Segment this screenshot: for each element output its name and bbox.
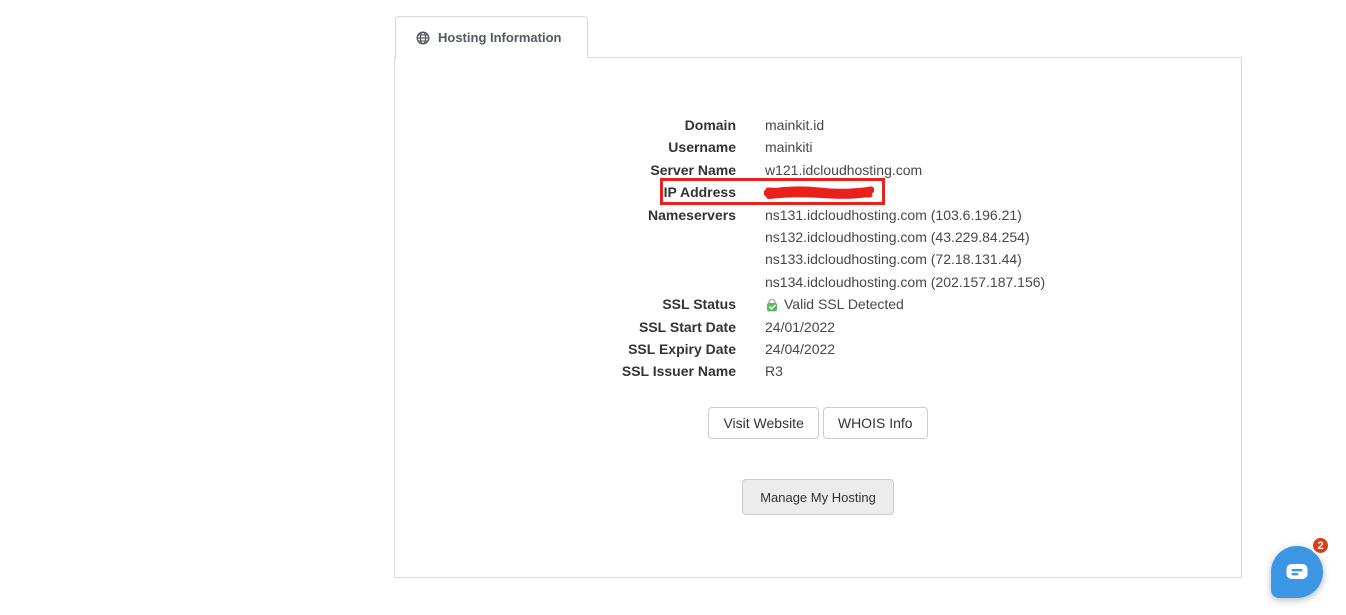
chat-unread-badge: 2 <box>1311 536 1330 555</box>
row-label: SSL Expiry Date <box>628 341 736 358</box>
lock-check-icon <box>767 299 777 312</box>
manage-my-hosting-button[interactable]: Manage My Hosting <box>742 479 894 515</box>
row-nameservers: Nameservers ns131.idcloudhosting.com (10… <box>395 204 1241 294</box>
nameserver-3: ns133.idcloudhosting.com (72.18.131.44) <box>765 251 1022 268</box>
nameservers-list: ns131.idcloudhosting.com (103.6.196.21) … <box>765 204 1045 294</box>
username-value: mainkiti <box>765 139 813 156</box>
row-ssl-status: SSL Status Valid SSL Detected <box>395 293 1241 315</box>
ssl-status-value: Valid SSL Detected <box>765 293 904 315</box>
row-username: Username mainkiti <box>395 136 1241 158</box>
ssl-issuer-name-value: R3 <box>765 363 783 380</box>
row-label: Nameservers <box>648 206 736 223</box>
row-domain: Domain mainkit.id <box>395 114 1241 136</box>
row-label: IP Address <box>663 184 736 201</box>
nameserver-1: ns131.idcloudhosting.com (103.6.196.21) <box>765 206 1022 223</box>
globe-icon <box>416 31 430 44</box>
row-server-name: Server Name w121.idcloudhosting.com <box>395 159 1241 181</box>
manage-hosting-area: Manage My Hosting <box>395 479 1241 515</box>
chat-widget-button[interactable]: 2 <box>1271 536 1330 598</box>
tab-hosting-information[interactable]: Hosting Information <box>395 16 588 58</box>
server-name-value: w121.idcloudhosting.com <box>765 161 923 178</box>
row-label: Username <box>668 139 736 156</box>
ssl-status-text: Valid SSL Detected <box>784 296 904 313</box>
hosting-information-panel: Domain mainkit.id Username mainkiti Serv… <box>394 57 1242 578</box>
tab-label: Hosting Information <box>438 30 562 45</box>
row-ssl-expiry-date: SSL Expiry Date 24/04/2022 <box>395 338 1241 360</box>
domain-value: mainkit.id <box>765 117 825 133</box>
row-label: Server Name <box>650 161 736 178</box>
row-label: SSL Start Date <box>639 318 736 335</box>
whois-info-button[interactable]: WHOIS Info <box>822 407 928 439</box>
redaction-scribble <box>764 186 874 200</box>
nameserver-4: ns134.idcloudhosting.com (202.157.187.15… <box>765 273 1046 290</box>
ssl-start-date-value: 24/01/2022 <box>765 318 836 335</box>
row-label: SSL Status <box>662 296 736 313</box>
chat-bubble-icon <box>1286 564 1308 579</box>
row-label: SSL Issuer Name <box>621 363 736 380</box>
hosting-info-table: Domain mainkit.id Username mainkiti Serv… <box>395 114 1241 383</box>
ssl-expiry-date-value: 24/04/2022 <box>765 341 836 358</box>
row-ssl-start-date: SSL Start Date 24/01/2022 <box>395 316 1241 338</box>
nameserver-2: ns132.idcloudhosting.com (43.229.84.254) <box>765 229 1030 246</box>
visit-website-button[interactable]: Visit Website <box>708 407 819 439</box>
row-label: Domain <box>684 117 736 133</box>
row-ssl-issuer-name: SSL Issuer Name R3 <box>395 360 1241 382</box>
row-ip-address: IP Address <box>395 178 1241 206</box>
action-buttons: Visit Website WHOIS Info <box>395 407 1241 439</box>
